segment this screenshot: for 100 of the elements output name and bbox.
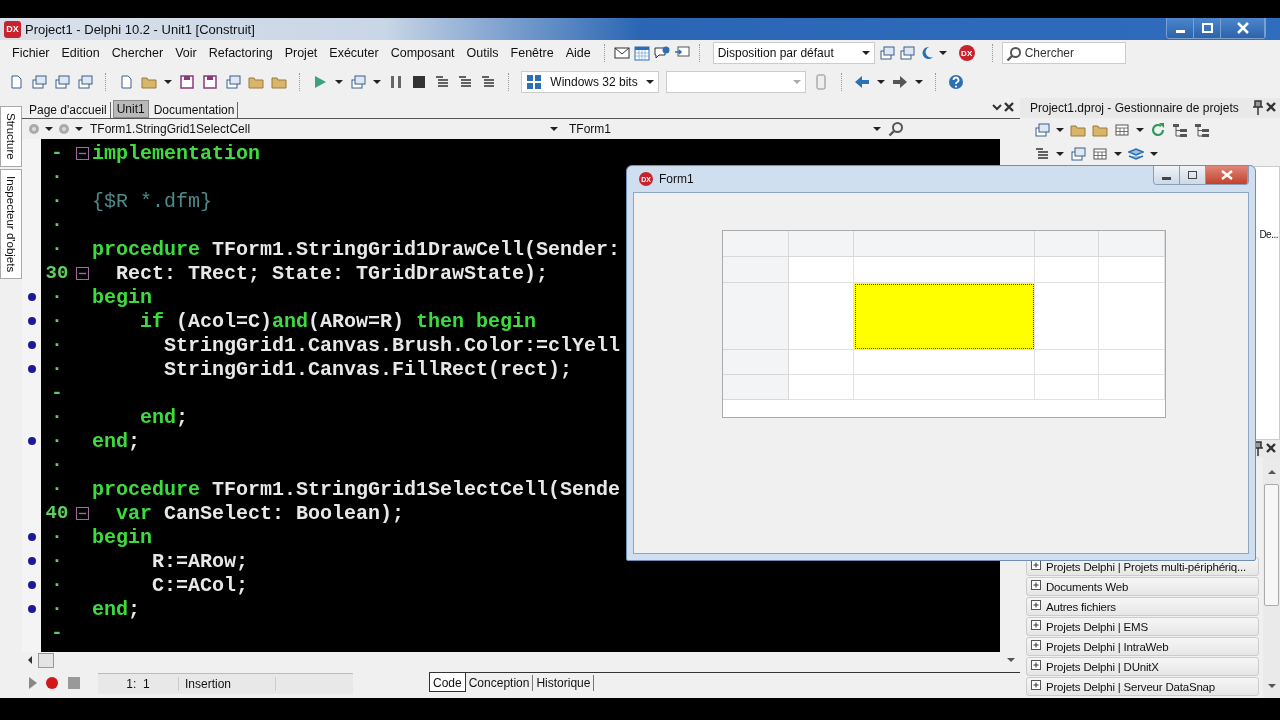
side-tab[interactable]: Inspecteur d'objets (0, 168, 22, 279)
search-icon[interactable] (1005, 46, 1022, 62)
grid-cell[interactable] (789, 257, 854, 283)
gallery-category[interactable]: Projets Delphi | IntraWeb (1026, 637, 1259, 656)
restore-button[interactable] (1194, 18, 1221, 38)
gallery-category[interactable]: Documents Web (1026, 577, 1259, 596)
play-icon[interactable] (312, 74, 328, 90)
scroll-thumb[interactable] (1264, 484, 1279, 606)
help-icon[interactable] (948, 74, 964, 90)
close-button[interactable] (1206, 166, 1248, 184)
maximize-button[interactable] (1180, 166, 1206, 184)
breakpoint-dot[interactable] (27, 605, 36, 613)
grid-cell[interactable] (1035, 283, 1099, 350)
stop-icon[interactable] (411, 74, 427, 90)
method-combo[interactable]: TForm1.StringGrid1SelectCell (86, 120, 562, 138)
minimize-button[interactable] (1154, 166, 1180, 184)
menu-item[interactable]: Exécuter (325, 46, 383, 60)
refresh-icon[interactable] (1150, 122, 1166, 138)
grid-cell[interactable] (854, 375, 1035, 400)
list-icon[interactable] (480, 74, 496, 90)
folder-icon[interactable] (271, 74, 287, 90)
minimize-button[interactable] (1167, 18, 1194, 38)
menu-item[interactable]: Fenêtre (506, 46, 558, 60)
folder-icon[interactable] (141, 74, 157, 90)
tree-icon[interactable] (1172, 122, 1188, 138)
list-icon[interactable] (434, 74, 450, 90)
fold-icon[interactable] (76, 266, 89, 280)
page-icon[interactable] (118, 74, 134, 90)
side-tab[interactable]: Structure (0, 106, 22, 167)
editor-tab[interactable]: Page d'accueil (26, 102, 111, 118)
editor-tab[interactable]: Unit1 (112, 100, 149, 118)
menu-item[interactable]: Composant (386, 46, 459, 60)
folder-icon[interactable] (248, 74, 264, 90)
windows-icon[interactable] (225, 74, 241, 90)
fold-icon[interactable] (76, 146, 89, 160)
menu-item[interactable]: Chercher (107, 46, 168, 60)
breakpoint-dot[interactable] (27, 557, 36, 565)
grid-cell[interactable] (723, 257, 789, 283)
list-icon[interactable] (457, 74, 473, 90)
tree-icon[interactable] (1194, 122, 1210, 138)
windows-icon[interactable] (1070, 146, 1086, 162)
pause-icon[interactable] (388, 74, 404, 90)
windows-icon[interactable] (31, 74, 47, 90)
menu-item[interactable]: Aide (561, 46, 595, 60)
windows-icon[interactable] (54, 74, 70, 90)
floppy-icon[interactable] (179, 74, 195, 90)
breakpoint-dot[interactable] (27, 533, 36, 541)
windows-icon[interactable] (878, 45, 895, 61)
grid-cell[interactable] (1035, 375, 1099, 400)
grid-cell[interactable] (1099, 350, 1165, 375)
layers-icon[interactable] (1128, 146, 1144, 162)
fold-icon[interactable] (76, 506, 89, 520)
grid-icon[interactable] (1114, 122, 1130, 138)
gallery-category[interactable]: Projets Delphi | Serveur DataSnap (1026, 677, 1259, 696)
layout-combo[interactable]: Disposition par défaut (712, 42, 875, 64)
folder-icon[interactable] (1092, 122, 1108, 138)
left-arrow-icon[interactable] (854, 74, 870, 90)
grid-cell[interactable] (854, 283, 1035, 350)
grid-cell[interactable] (723, 283, 789, 350)
breakpoint-dot[interactable] (27, 581, 36, 589)
pin-icon[interactable] (1253, 441, 1263, 457)
pin-icon[interactable] (1253, 100, 1263, 116)
page-icon[interactable] (8, 74, 24, 90)
menu-item[interactable]: Outils (462, 46, 503, 60)
gallery-category[interactable]: Autres fichiers (1026, 597, 1259, 616)
windows-icon[interactable] (898, 45, 915, 61)
grid-cell[interactable] (789, 231, 854, 257)
view-tab[interactable]: Conception (465, 674, 534, 691)
calendar-icon[interactable] (633, 45, 650, 61)
windows-icon[interactable] (77, 74, 93, 90)
tree-item[interactable]: De... (1259, 229, 1279, 240)
grid-icon[interactable] (1092, 146, 1108, 162)
grid-cell[interactable] (1099, 231, 1165, 257)
speech-bubble-icon[interactable] (653, 45, 670, 61)
grid-cell[interactable] (1035, 231, 1099, 257)
grid-cell[interactable] (1035, 257, 1099, 283)
breakpoint-dot[interactable] (27, 293, 36, 301)
search-icon[interactable] (888, 121, 904, 137)
scroll-thumb[interactable] (38, 652, 54, 668)
grid-cell[interactable] (854, 350, 1035, 375)
grid-cell[interactable] (1099, 283, 1165, 350)
breakpoint-dot[interactable] (27, 365, 36, 373)
gallery-category[interactable]: Projets Delphi | DUnitX (1026, 657, 1259, 676)
breakpoint-dot[interactable] (27, 317, 36, 325)
grid-cell[interactable] (789, 375, 854, 400)
menu-item[interactable]: Refactoring (204, 46, 277, 60)
editor-tab[interactable]: Documentation (150, 102, 239, 118)
grid-cell[interactable] (789, 350, 854, 375)
gallery-category[interactable]: Projets Delphi | EMS (1026, 617, 1259, 636)
grid-cell[interactable] (723, 350, 789, 375)
breakpoint-dot[interactable] (27, 341, 36, 349)
grid-cell[interactable] (723, 231, 789, 257)
search-field[interactable]: Chercher (1001, 42, 1126, 64)
grid-cell[interactable] (1099, 257, 1165, 283)
platform-combo[interactable]: Windows 32 bits (521, 71, 659, 93)
record-icon[interactable] (44, 675, 60, 691)
windows-icon[interactable] (1034, 122, 1050, 138)
view-tab[interactable]: Code (429, 672, 466, 692)
menu-item[interactable]: Voir (171, 46, 201, 60)
class-combo[interactable]: TForm1 (565, 120, 885, 138)
